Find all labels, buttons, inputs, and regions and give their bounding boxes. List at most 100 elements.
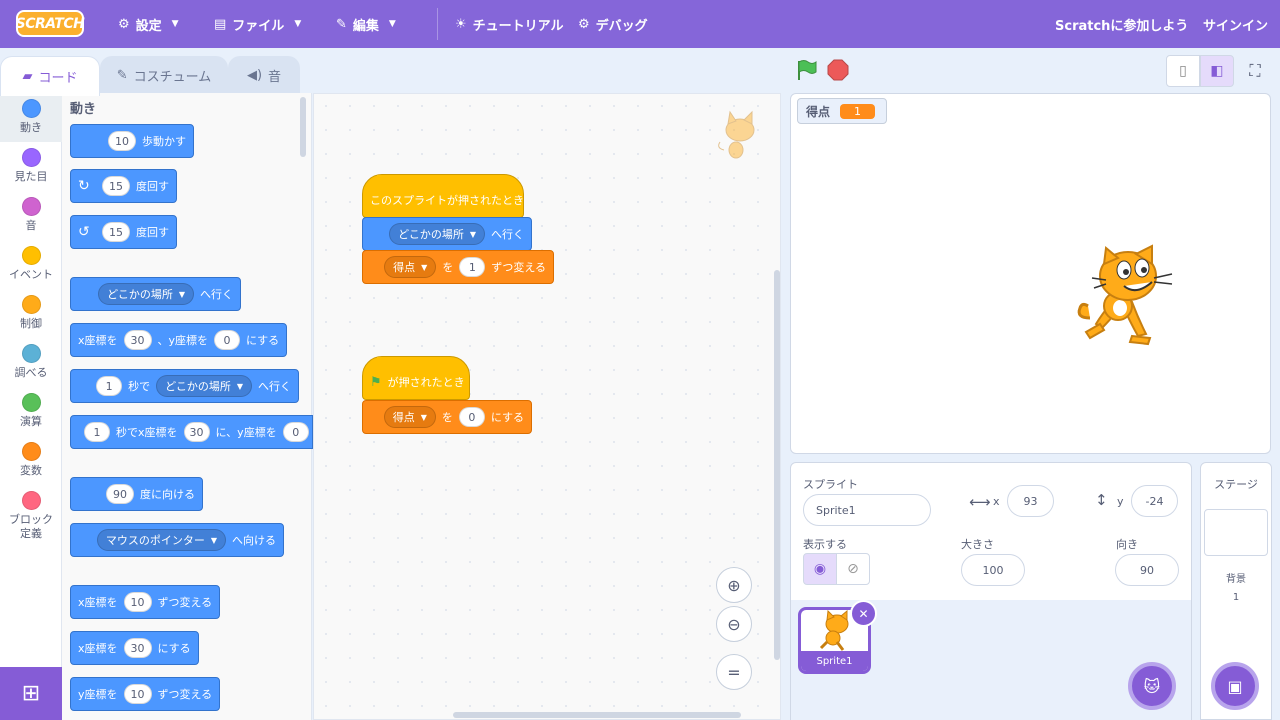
block-set-variable[interactable]: 得点 ▼ を 0 にする [362,400,532,434]
script-vertical-scrollbar[interactable] [774,270,780,660]
y-position-input[interactable]: -24 [1131,485,1178,517]
settings-menu[interactable]: ⚙ 設定 ▼ [118,0,179,48]
category-sensing[interactable]: 調べる [0,344,62,380]
x-input[interactable]: 30 [123,638,152,658]
goto-target-dropdown[interactable]: どこかの場所 ▼ [389,223,485,245]
category-looks[interactable]: 見た目 [0,148,62,184]
category-dot [21,148,41,167]
value-input[interactable]: 1 [459,257,486,277]
block-goto[interactable]: どこかの場所 ▼ へ行く [70,277,241,311]
x-input[interactable]: 30 [183,422,210,442]
tab-code-label: コード [38,71,78,86]
backdrop-label: 背景 [1226,574,1246,585]
variable-monitor[interactable]: 得点 1 [797,98,887,124]
direction-input[interactable]: 90 [106,484,134,504]
y-input[interactable]: 0 [282,422,309,442]
category-motion[interactable]: 動き [0,93,62,142]
tab-sounds-label: 音 [268,70,282,85]
choose-sprite-button[interactable]: 🐱 [1128,662,1176,710]
zoom-in-button[interactable]: ⊕ [716,567,752,603]
zoom-out-button[interactable]: ⊖ [716,606,752,642]
block-turn-right[interactable]: ↻ 15 度回す [70,169,177,203]
green-flag-button[interactable] [795,59,817,81]
green-flag-icon: ⚑ [370,375,382,390]
sprite-name-input[interactable]: Sprite1 [803,494,931,526]
steps-input[interactable]: 10 [108,131,136,151]
choose-backdrop-button[interactable]: ▣ [1211,662,1259,710]
fullscreen-button[interactable]: ⛶ [1238,55,1272,87]
degrees-input[interactable]: 15 [102,222,130,242]
stage[interactable] [790,93,1271,454]
block-glide-to[interactable]: 1 秒で どこかの場所 ▼ へ行く [70,369,299,403]
chevron-down-icon: ▼ [388,19,396,29]
tab-sounds[interactable]: ◀) 音 [228,56,300,94]
zoom-reset-button[interactable]: = [716,654,752,690]
stage-title: ステージ [1214,478,1258,491]
x-input[interactable]: 30 [123,330,152,350]
category-dot [21,246,41,265]
direction-input[interactable]: 90 [1115,554,1179,586]
category-operators[interactable]: 演算 [0,393,62,429]
dy-input[interactable]: 10 [123,684,152,704]
file-label: ファイル [232,18,285,34]
category-events[interactable]: イベント [0,246,62,282]
category-sound[interactable]: 音 [0,197,62,233]
variable-dropdown[interactable]: 得点 ▼ [383,406,436,428]
seconds-input[interactable]: 1 [84,422,110,442]
goto-target-dropdown[interactable]: どこかの場所 ▼ [98,283,194,305]
block-change-y[interactable]: y座標を 10 ずつ変える [70,677,221,711]
block-text: 秒で [128,380,151,393]
block-set-x[interactable]: x座標を 30 にする [70,631,199,665]
debug-button[interactable]: ⚙ デバッグ [578,0,648,48]
debug-icon: ⚙ [578,16,590,32]
block-change-variable[interactable]: 得点 ▼ を 1 ずつ変える [362,250,554,284]
variable-dropdown[interactable]: 得点 ▼ [384,256,437,278]
category-variables[interactable]: 変数 [0,442,62,478]
block-when-flag-clicked[interactable]: ⚑ が押されたとき [362,356,470,400]
degrees-input[interactable]: 15 [102,176,130,196]
monitor-value: 1 [840,103,876,119]
block-goto-xy[interactable]: x座標を 30 、y座標を 0 にする [70,323,288,357]
category-my-blocks[interactable]: ブロック定義 [0,491,62,541]
block-change-x[interactable]: x座標を 10 ずつ変える [70,585,221,619]
show-sprite-button[interactable]: ◉ [803,553,837,585]
edit-menu[interactable]: ✎ 編集 ▼ [336,0,396,48]
block-text: に、y座標を [215,426,277,439]
glide-target-dropdown[interactable]: どこかの場所 ▼ [156,375,252,397]
point-towards-dropdown[interactable]: マウスのポインター ▼ [96,529,226,551]
size-input[interactable]: 100 [961,554,1025,586]
file-menu[interactable]: ▤ ファイル ▼ [214,0,301,48]
block-point-direction[interactable]: 90 度に向ける [70,477,203,511]
value-input[interactable]: 0 [458,407,485,427]
signin-link[interactable]: サインイン [1203,0,1268,48]
dx-input[interactable]: 10 [123,592,152,612]
y-input[interactable]: 0 [214,330,241,350]
x-position-input[interactable]: 93 [1007,485,1054,517]
add-extension-button[interactable]: ⊞ [0,667,62,720]
script-horizontal-scrollbar[interactable] [453,712,741,718]
seconds-input[interactable]: 1 [96,376,123,396]
join-link[interactable]: Scratchに参加しよう [1055,0,1188,48]
tab-costumes[interactable]: ✎ コスチューム [100,56,228,94]
category-control[interactable]: 制御 [0,295,62,331]
block-when-sprite-clicked[interactable]: このスプライトが押されたとき [362,174,524,218]
block-turn-left[interactable]: ↺ 15 度回す [70,215,177,249]
tab-code[interactable]: ▰ コード [0,56,100,96]
stop-button[interactable] [827,59,849,81]
tutorials-button[interactable]: ☀ チュートリアル [455,0,564,48]
block-glide-xy[interactable]: 1 秒でx座標を 30 に、y座標を 0 [70,415,313,449]
small-stage-button[interactable]: ▯ [1166,55,1200,87]
rotate-right-icon: ↻ [78,178,90,194]
large-stage-button[interactable]: ◧ [1200,55,1234,87]
block-move-steps[interactable]: 10 歩動かす [70,124,194,158]
backdrop-thumbnail[interactable] [1204,509,1268,556]
delete-sprite-button[interactable]: ✕ [850,600,877,627]
scratch-logo[interactable]: SCRATCH [16,10,85,37]
block-point-towards[interactable]: マウスのポインター ▼ へ向ける [70,523,284,557]
palette-scrollbar[interactable] [300,97,306,157]
block-goto[interactable]: どこかの場所 ▼ へ行く [362,217,532,251]
block-text: にする [157,642,191,655]
hide-sprite-button[interactable]: ⊘ [836,553,870,585]
speaker-icon: ◀) [246,68,263,83]
cat-sprite[interactable] [1072,244,1176,350]
